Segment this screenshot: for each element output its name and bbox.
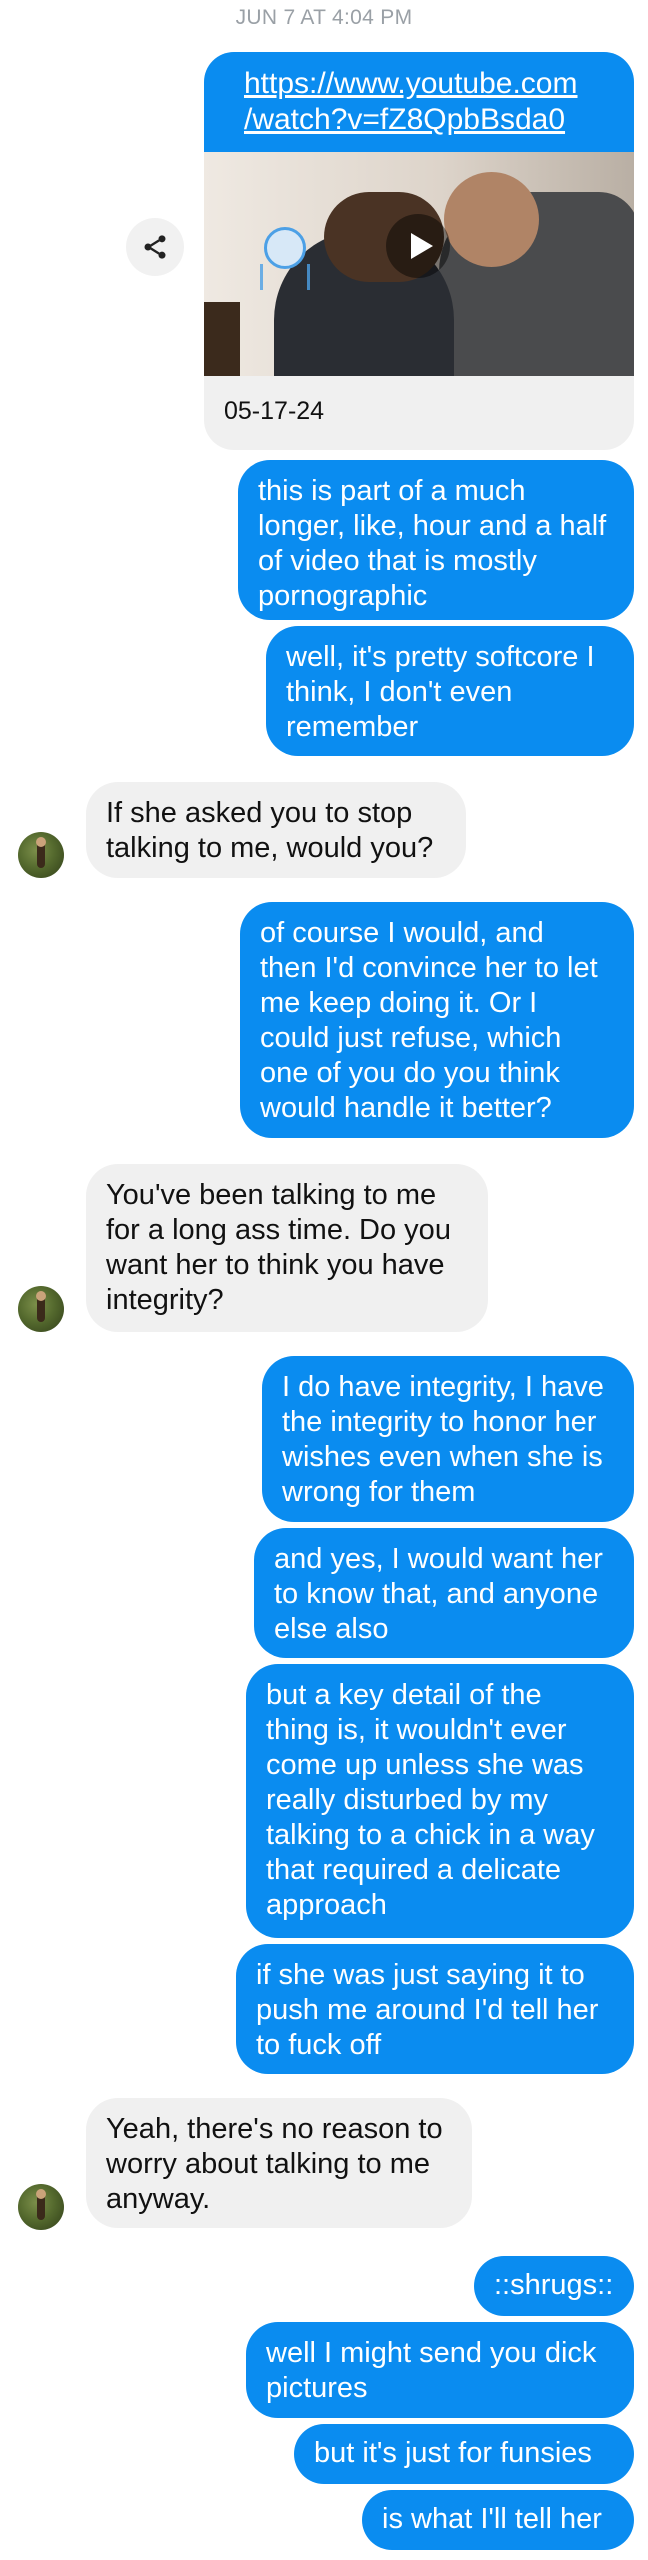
message-timestamp: JUN 7 AT 4:04 PM [235, 6, 413, 29]
link-caption: 05-17-24 [224, 397, 325, 425]
message-bubble-incoming[interactable]: If she asked you to stop talking to me, … [86, 782, 466, 878]
message-bubble-outgoing[interactable]: ::shrugs:: [474, 2256, 634, 2316]
message-bubble-incoming[interactable]: You've been talking to me for a long ass… [86, 1164, 488, 1332]
message-bubble-outgoing[interactable]: if she was just saying it to push me aro… [236, 1944, 634, 2074]
message-bubble-outgoing[interactable]: this is part of a much longer, like, hou… [238, 460, 634, 620]
message-bubble-outgoing[interactable]: of course I would, and then I'd convince… [240, 902, 634, 1138]
play-icon[interactable] [386, 214, 450, 278]
link-url[interactable]: https://www.youtube.com /watch?v=fZ8QpbB… [204, 52, 634, 152]
youtube-link-card[interactable]: https://www.youtube.com /watch?v=fZ8QpbB… [204, 52, 634, 450]
message-bubble-outgoing[interactable]: I do have integrity, I have the integrit… [262, 1356, 634, 1522]
message-bubble-outgoing[interactable]: and yes, I would want her to know that, … [254, 1528, 634, 1658]
message-bubble-outgoing[interactable]: well, it's pretty softcore I think, I do… [266, 626, 634, 756]
avatar[interactable] [18, 2184, 64, 2230]
video-thumbnail[interactable] [204, 152, 634, 376]
share-button[interactable] [126, 218, 184, 276]
clock-icon [264, 227, 306, 269]
avatar[interactable] [18, 1286, 64, 1332]
share-icon [144, 235, 166, 259]
message-bubble-outgoing[interactable]: is what I'll tell her [362, 2490, 634, 2550]
message-bubble-outgoing[interactable]: well I might send you dick pictures [246, 2322, 634, 2418]
message-bubble-outgoing[interactable]: but a key detail of the thing is, it wou… [246, 1664, 634, 1938]
avatar[interactable] [18, 832, 64, 878]
message-bubble-outgoing[interactable]: but it's just for funsies [294, 2424, 634, 2484]
message-bubble-incoming[interactable]: Yeah, there's no reason to worry about t… [86, 2098, 472, 2228]
